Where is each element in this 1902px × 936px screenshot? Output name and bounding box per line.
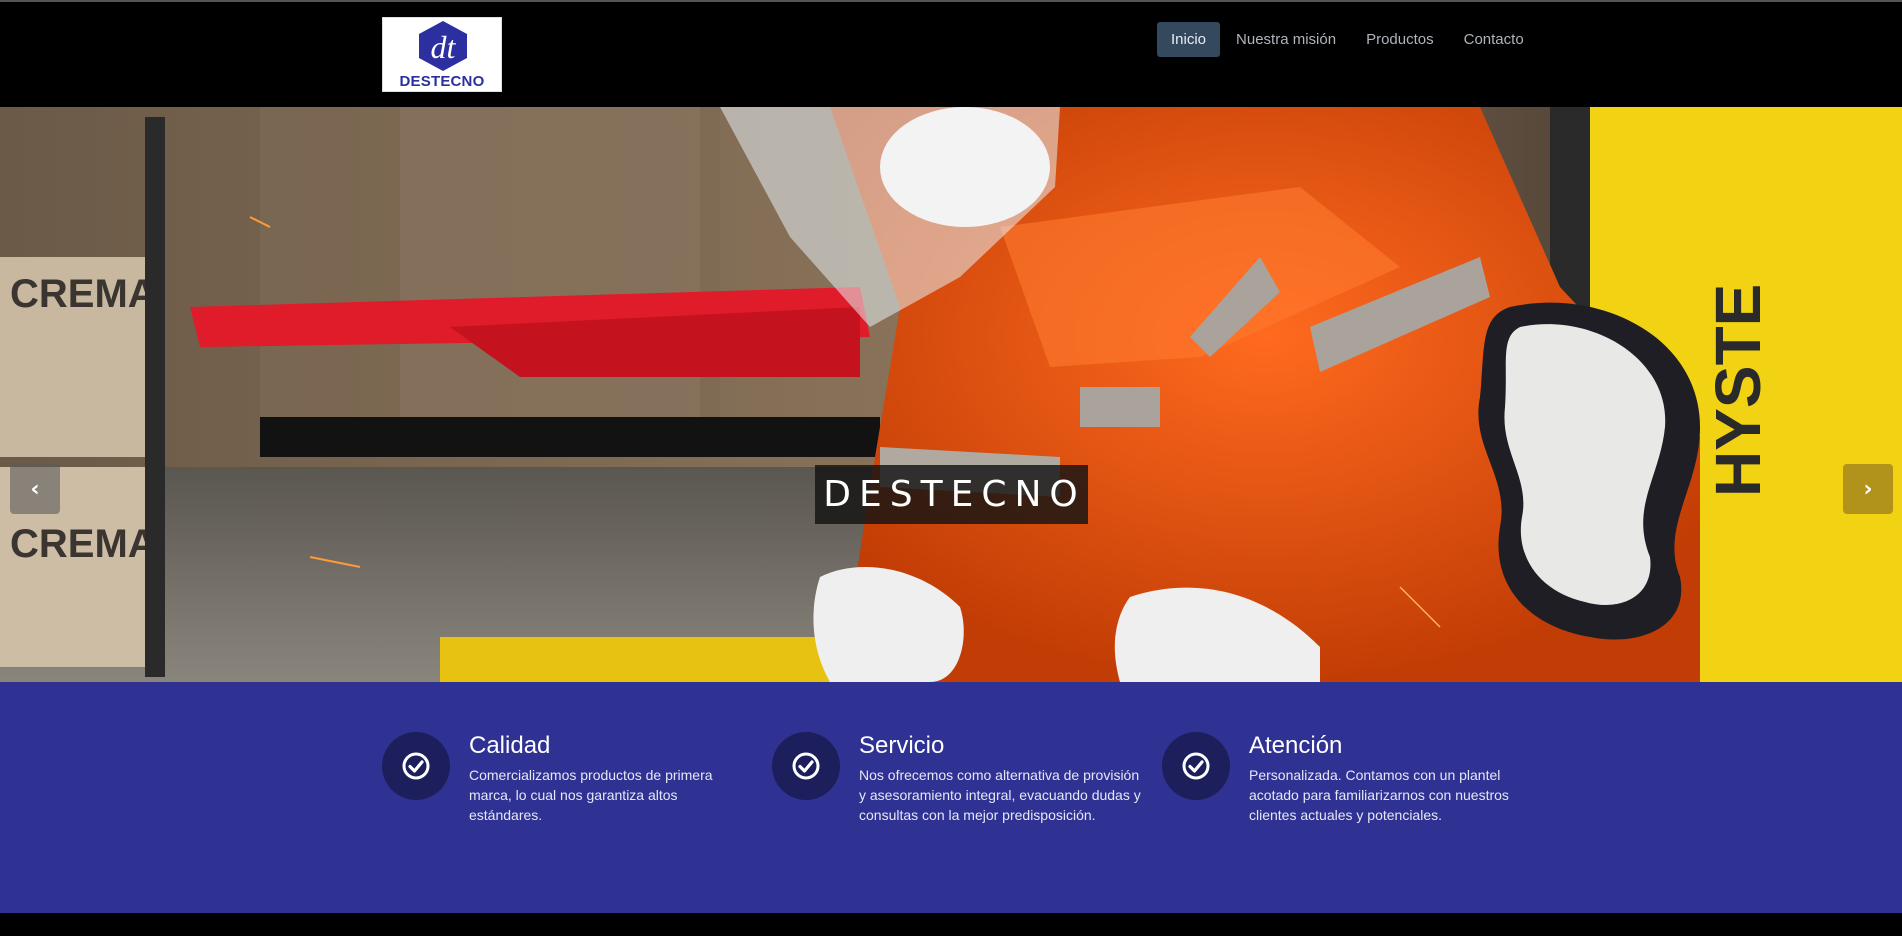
chevron-left-icon: ‹ (30, 476, 40, 502)
svg-text:dt: dt (431, 29, 457, 65)
nav-item-nuestra-mision[interactable]: Nuestra misión (1222, 22, 1350, 57)
hero-title: DESTECNO (815, 465, 1088, 524)
nav-item-contacto[interactable]: Contacto (1450, 22, 1538, 57)
logo-text: DESTECNO (399, 73, 485, 90)
nav-item-inicio[interactable]: Inicio (1157, 22, 1221, 57)
feature-text: Comercializamos productos de primera mar… (469, 767, 713, 823)
feature-title: Servicio (859, 732, 945, 759)
hero-background-image: CREMA CREMA HYSTE (0, 107, 1902, 682)
check-circle-icon (772, 732, 840, 800)
carousel-next-button[interactable]: › (1843, 464, 1893, 514)
check-circle-icon (1162, 732, 1230, 800)
feature-title: Atención (1249, 732, 1343, 759)
feature-title: Calidad (469, 732, 551, 759)
site-logo[interactable]: dt DESTECNO (382, 17, 502, 92)
feature-text: Nos ofrecemos como alternativa de provis… (859, 767, 1141, 823)
features-section: Calidad Comercializamos productos de pri… (0, 682, 1902, 913)
svg-text:CREMA: CREMA (10, 522, 157, 566)
svg-text:HYSTE: HYSTE (1702, 284, 1774, 497)
svg-text:CREMA: CREMA (10, 272, 157, 316)
carousel-prev-button[interactable]: ‹ (10, 464, 60, 514)
nav-item-productos[interactable]: Productos (1352, 22, 1448, 57)
hero-carousel: CREMA CREMA HYSTE DESTECNO ‹ › (0, 107, 1902, 682)
site-header: dt DESTECNO Inicio Nuestra misión Produc… (0, 2, 1902, 107)
chevron-right-icon: › (1863, 476, 1873, 502)
check-circle-icon (382, 732, 450, 800)
feature-text: Personalizada. Contamos con un plantel a… (1249, 767, 1509, 823)
footer-bar (0, 913, 1902, 936)
main-nav: Inicio Nuestra misión Productos Contacto (1157, 22, 1540, 57)
